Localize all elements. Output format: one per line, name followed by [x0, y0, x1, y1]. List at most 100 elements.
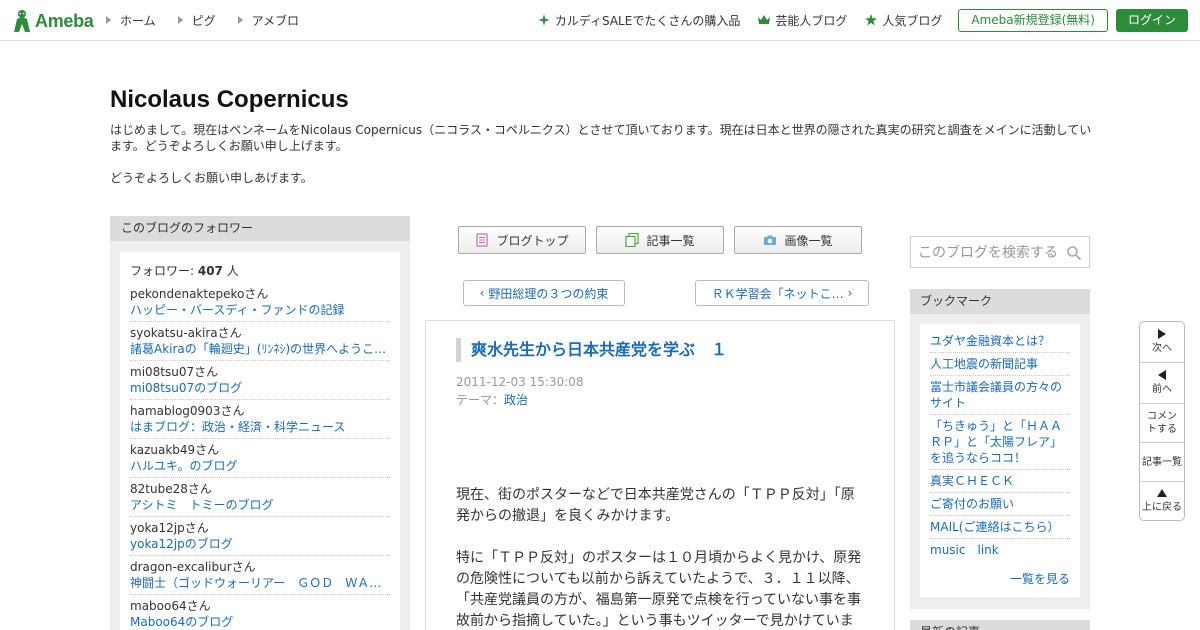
blog-description-greeting: どうぞよろしくお願い申しあげます。 — [110, 171, 313, 185]
follower-blog-link[interactable]: ハルユキ。のブログ — [130, 458, 390, 474]
documents-icon — [625, 233, 640, 247]
follower-item: hamablog0903さん はまブログ：政治・経済・科学ニュース — [130, 403, 390, 439]
follower-blog-link[interactable]: yoka12jpのブログ — [130, 536, 390, 552]
article: 爽水先生から日本共産党を学ぶ １ 2011-12-03 15:30:08 テーマ… — [425, 320, 895, 630]
recent-entries-heading: 最新の記事 — [910, 620, 1090, 630]
prev-entry-label: 野田総理の３つの約束 — [488, 286, 609, 301]
blog-description-text: はじめまして。現在はペンネームをNicolaus Copernicus（ニコラス… — [110, 123, 1092, 153]
popular-blog-link[interactable]: 人気ブログ — [865, 12, 942, 29]
bookmark-link[interactable]: 真実ＣＨＥＣＫ — [930, 470, 1070, 493]
sidenav-entries-button[interactable]: 記事一覧 — [1140, 443, 1184, 481]
sidenav-next-button[interactable]: 次へ — [1140, 322, 1184, 362]
nav-home[interactable]: ホーム — [106, 12, 156, 29]
play-left-icon — [1158, 370, 1166, 380]
article-title[interactable]: 爽水先生から日本共産党を学ぶ １ — [456, 338, 727, 362]
follower-blog-link[interactable]: 神闘士（ゴッドウォーリアー ＧＯＤ ＷＡＲＲＩＯＲ） — [130, 575, 390, 591]
blog-top-label: ブログトップ — [496, 233, 569, 248]
entry-list-button[interactable]: 記事一覧 — [596, 226, 724, 254]
follower-blog-link[interactable]: ハッピー・バースディ・ファンドの記録 — [130, 302, 390, 318]
follower-item: maboo64さん Maboo64のブログ — [130, 598, 390, 630]
follower-item: mi08tsu07さん mi08tsu07のブログ — [130, 364, 390, 400]
sidenav-comment-button[interactable]: コメントする — [1140, 404, 1184, 442]
article-theme-link[interactable]: 政治 — [504, 393, 528, 407]
nav-ameblo[interactable]: アメブロ — [237, 12, 300, 29]
popular-blog-label: 人気ブログ — [882, 13, 943, 28]
follower-item: syokatsu-akiraさん 諸葛Akiraの「輪廻史」(ﾘﾝﾈｼ)の世界へよ… — [130, 325, 390, 361]
register-button[interactable]: Ameba新規登録(無料) — [958, 8, 1108, 32]
sidenav-next-label: 次へ — [1152, 343, 1172, 354]
follower-name: pekondenaktepekoさん — [130, 287, 269, 301]
article-paragraph: 特に「ＴＰＰ反対」のポスターは１０月頃からよく見かけ、原発の危険性についても以前… — [456, 550, 862, 629]
bookmark-link[interactable]: 「ちきゅう」と「ＨＡＡＲＰ」と「太陽フレア」を追うならココ！ — [930, 415, 1070, 470]
triangle-right-icon — [177, 16, 183, 24]
bookmark-link[interactable]: music link — [930, 539, 1070, 561]
promo-trend-link[interactable]: カルディSALEでたくさんの購入品 — [537, 12, 741, 29]
follower-item: pekondenaktepekoさん ハッピー・バースディ・ファンドの記録 — [130, 286, 390, 322]
follower-count: フォロワー: 407 人 — [130, 262, 380, 279]
follower-name: mi08tsu07さん — [130, 365, 219, 379]
bookmark-link[interactable]: 人工地震の新聞記事 — [930, 353, 1070, 376]
follower-item: yoka12jpさん yoka12jpのブログ — [130, 520, 390, 556]
triangle-up-icon — [1157, 489, 1167, 497]
prev-entry-link[interactable]: ‹ 野田総理の３つの約束 — [463, 280, 625, 306]
login-button[interactable]: ログイン — [1115, 8, 1188, 32]
follower-blog-link[interactable]: アシトミ トミーのブログ — [130, 497, 390, 513]
bookmark-link[interactable]: 富士市議会議員の方々のサイト — [930, 376, 1070, 415]
floating-side-nav: 次へ 前へ コメントする 記事一覧 上に戻る — [1139, 321, 1185, 521]
nav-ameblo-label: アメブロ — [251, 13, 300, 28]
blog-search — [910, 236, 1090, 268]
promo-trend-label: カルディSALEでたくさんの購入品 — [554, 13, 741, 28]
follower-blog-link[interactable]: 諸葛Akiraの「輪廻史」(ﾘﾝﾈｼ)の世界へようこそ! — [130, 341, 390, 357]
follower-count-value: 407 — [197, 264, 223, 278]
celebrity-blog-label: 芸能人ブログ — [775, 13, 848, 28]
next-entry-link[interactable]: ＲＫ学習会「ネットこ… › — [695, 280, 869, 306]
blog-title[interactable]: Nicolaus Copernicus — [110, 86, 349, 114]
blog-top-button[interactable]: ブログトップ — [458, 226, 586, 254]
follower-blog-link[interactable]: はまブログ：政治・経済・科学ニュース — [130, 419, 390, 435]
camera-icon — [764, 235, 777, 245]
search-icon[interactable] — [1066, 245, 1082, 261]
global-nav: ホーム ピグ アメブロ — [106, 0, 299, 40]
follower-item: kazuakb49さん ハルユキ。のブログ — [130, 442, 390, 478]
global-header: Ameba ホーム ピグ アメブロ カルディSALEでたくさんの購入品 芸能人ブ… — [0, 0, 1200, 41]
bookmark-link[interactable]: ユダヤ金融資本とは？ — [930, 330, 1070, 353]
article-date: 2011-12-03 15:30:08 — [456, 375, 584, 389]
follower-name: 82tube28さん — [130, 482, 212, 496]
logo-text: Ameba — [35, 10, 94, 31]
triangle-right-icon — [237, 16, 243, 24]
ameba-logo[interactable]: Ameba — [12, 9, 94, 33]
chevron-right-icon: › — [847, 286, 853, 300]
bookmarks-list: ユダヤ金融資本とは？ 人工地震の新聞記事 富士市議会議員の方々のサイト 「ちきゅ… — [920, 324, 1080, 597]
follower-count-label: フォロワー: — [130, 264, 198, 278]
sidenav-top-button[interactable]: 上に戻る — [1140, 482, 1184, 520]
follower-blog-link[interactable]: Maboo64のブログ — [130, 614, 390, 630]
sidenav-comment-label: コメントする — [1147, 411, 1177, 435]
article-theme-label: テーマ： — [456, 393, 505, 407]
sidenav-prev-button[interactable]: 前へ — [1140, 363, 1184, 403]
follower-name: dragon-excaliburさん — [130, 560, 256, 574]
bookmarks-more-link[interactable]: 一覧を見る — [1010, 570, 1070, 587]
follower-blog-link[interactable]: mi08tsu07のブログ — [130, 380, 390, 396]
header-right: カルディSALEでたくさんの購入品 芸能人ブログ 人気ブログ Ameba新規登録… — [537, 0, 1188, 40]
follower-name: kazuakb49さん — [130, 443, 220, 457]
follower-item: 82tube28さん アシトミ トミーのブログ — [130, 481, 390, 517]
play-right-icon — [1158, 329, 1166, 339]
crown-icon — [758, 15, 771, 24]
article-paragraph: 現在、街のポスターなどで日本共産党さんの「ＴＰＰ反対」「原発からの撤退」を良くみ… — [456, 487, 855, 524]
nav-home-label: ホーム — [120, 13, 156, 28]
bookmark-link[interactable]: MAIL(ご連絡はこちら） — [930, 516, 1070, 539]
article-theme: テーマ：政治 — [456, 391, 528, 408]
nav-pigg[interactable]: ピグ — [177, 12, 216, 29]
sparkle-icon — [537, 14, 550, 26]
nav-pigg-label: ピグ — [191, 13, 216, 28]
bookmarks-widget: ブックマーク ユダヤ金融資本とは？ 人工地震の新聞記事 富士市議会議員の方々のサ… — [910, 289, 1090, 609]
bookmark-link[interactable]: ご寄付のお願い — [930, 493, 1070, 516]
recent-entries-widget: 最新の記事 — [910, 620, 1090, 630]
blog-search-input[interactable] — [918, 244, 1066, 262]
sidenav-prev-label: 前へ — [1152, 384, 1172, 395]
celebrity-blog-link[interactable]: 芸能人ブログ — [758, 12, 847, 29]
follower-item: dragon-excaliburさん 神闘士（ゴッドウォーリアー ＧＯＤ ＷＡＲＲ… — [130, 559, 390, 595]
image-list-button[interactable]: 画像一覧 — [734, 226, 862, 254]
triangle-right-icon — [106, 16, 111, 24]
followers-list: フォロワー: 407 人 pekondenaktepekoさん ハッピー・バースデ… — [120, 252, 400, 630]
